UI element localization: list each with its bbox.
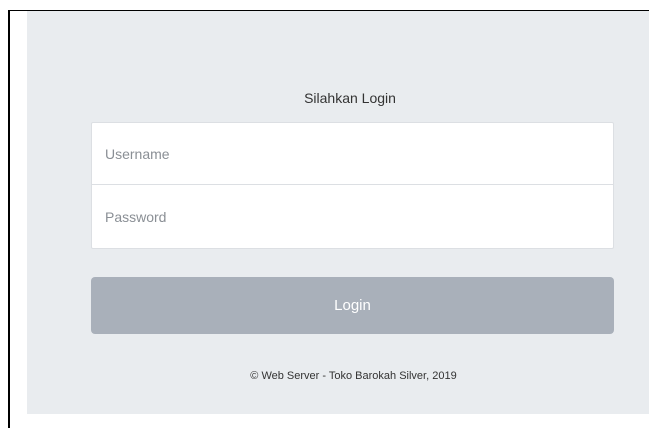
left-border (8, 10, 10, 428)
login-button[interactable]: Login (91, 277, 614, 334)
page: Silahkan Login Login © Web Server - Toko… (0, 0, 649, 428)
username-input[interactable] (91, 122, 614, 185)
login-title: Silahkan Login (304, 90, 396, 106)
password-input[interactable] (91, 185, 614, 249)
footer-copyright: © Web Server - Toko Barokah Silver, 2019 (250, 370, 457, 382)
